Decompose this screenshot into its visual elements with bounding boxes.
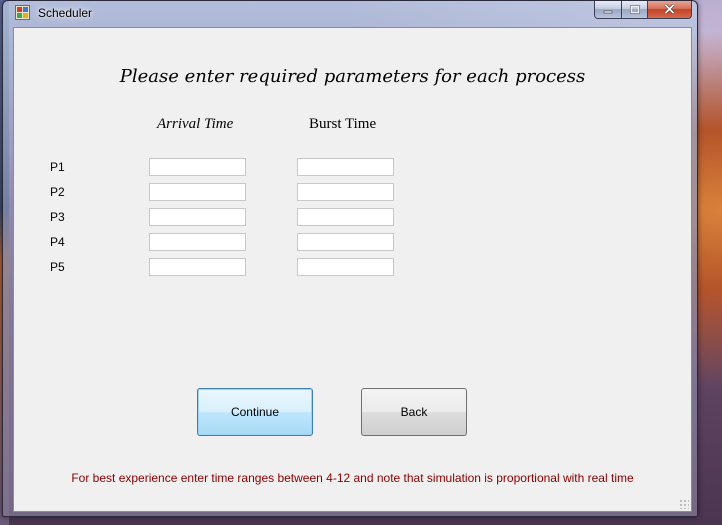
arrival-time-input-p5[interactable] <box>149 258 246 276</box>
burst-time-header: Burst Time <box>309 116 377 132</box>
close-icon <box>664 1 675 19</box>
burst-time-input-p2[interactable] <box>297 183 394 201</box>
scheduler-window: Scheduler Please enter required paramete… <box>2 0 698 517</box>
process-label-p2: P2 <box>50 185 65 199</box>
burst-time-input-p4[interactable] <box>297 233 394 251</box>
process-label-p5: P5 <box>50 260 65 274</box>
close-button[interactable] <box>648 1 692 19</box>
arrival-time-input-p1[interactable] <box>149 158 246 176</box>
resize-grip-icon[interactable] <box>679 499 689 509</box>
minimize-button[interactable] <box>594 1 622 19</box>
process-label-p3: P3 <box>50 210 65 224</box>
arrival-time-input-p2[interactable] <box>149 183 246 201</box>
burst-time-input-p1[interactable] <box>297 158 394 176</box>
process-label-p1: P1 <box>50 160 65 174</box>
burst-time-input-p5[interactable] <box>297 258 394 276</box>
continue-button[interactable]: Continue <box>197 388 313 436</box>
arrival-time-input-p3[interactable] <box>149 208 246 226</box>
burst-time-input-p3[interactable] <box>297 208 394 226</box>
arrival-time-header: Arrival Time <box>157 116 234 132</box>
minimize-icon <box>603 1 613 19</box>
caption-buttons <box>594 1 692 19</box>
arrival-time-input-p4[interactable] <box>149 233 246 251</box>
maximize-icon <box>629 1 640 19</box>
form-heading: Please enter required parameters for eac… <box>119 66 586 87</box>
scheduler-app-icon[interactable] <box>15 5 30 20</box>
window-title: Scheduler <box>38 6 93 20</box>
process-label-p4: P4 <box>50 235 65 249</box>
hint-note: For best experience enter time ranges be… <box>71 471 634 485</box>
back-button[interactable]: Back <box>361 388 467 436</box>
maximize-button[interactable] <box>622 1 648 19</box>
title-bar[interactable]: Scheduler <box>3 1 697 25</box>
form-client-area: Please enter required parameters for eac… <box>13 27 692 512</box>
